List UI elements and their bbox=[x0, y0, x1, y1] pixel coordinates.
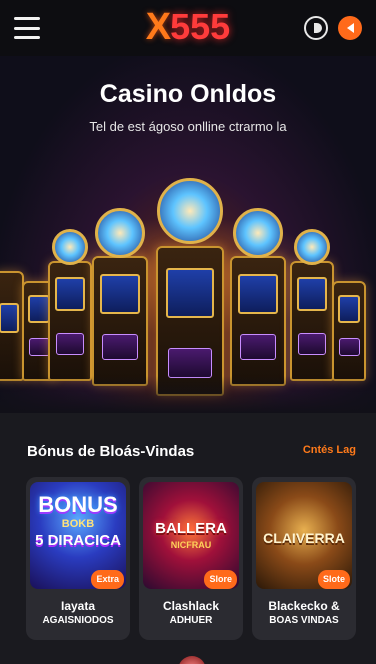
hamburger-icon[interactable] bbox=[14, 17, 40, 39]
slot-machine-far-left bbox=[0, 271, 24, 381]
see-all-link[interactable]: Cntés Lag bbox=[303, 444, 356, 456]
bonus-card[interactable]: BALLERA NICFRAU Slore Clashlack ADHUER bbox=[139, 477, 243, 640]
theme-toggle-icon[interactable] bbox=[304, 16, 328, 40]
section-title: Bónus de Bloás-Vindas bbox=[27, 443, 195, 460]
hero-title: Casino Onldos bbox=[99, 80, 277, 108]
slot-machine-5 bbox=[230, 208, 286, 386]
card-title: Iayata bbox=[60, 599, 96, 613]
slot-machine-3 bbox=[92, 208, 148, 386]
notification-icon[interactable] bbox=[338, 16, 362, 40]
slot-machine-7 bbox=[332, 281, 366, 381]
logo-number: 555 bbox=[170, 6, 231, 47]
card-title: Blackecko & bbox=[268, 599, 340, 613]
slot-machine-center bbox=[156, 178, 224, 396]
card-subtitle: ADHUER bbox=[169, 615, 213, 626]
hero-floor-fade bbox=[0, 376, 376, 413]
bonus-badge[interactable]: Slore bbox=[204, 570, 237, 589]
top-header: X 555 bbox=[0, 0, 376, 56]
bonus-card[interactable]: CLAIVERRA Slote Blackecko & BOAS VINDAS bbox=[252, 477, 356, 640]
slot-machine-6 bbox=[290, 229, 334, 381]
card-subtitle: BOAS VINDAS bbox=[269, 615, 339, 626]
card-subtitle: AGAISNIODOS bbox=[42, 615, 114, 626]
bonus-badge[interactable]: Extra bbox=[91, 570, 124, 589]
hero-banner: Casino Onldos Tel de est ágoso onlline c… bbox=[0, 56, 376, 413]
site-logo[interactable]: X 555 bbox=[145, 6, 231, 48]
header-actions bbox=[304, 16, 362, 40]
slot-machine-2 bbox=[48, 229, 92, 381]
bonus-card[interactable]: BONUS BOKB 5 DIRACICA Extra Iayata AGAIS… bbox=[26, 477, 130, 640]
logo-x: X bbox=[145, 6, 171, 48]
welcome-bonus-section: Bónus de Bloás-Vindas Cntés Lag BONUS BO… bbox=[0, 413, 376, 664]
card-title: Clashlack bbox=[162, 599, 220, 613]
hero-subtitle: Tel de est ágoso onlline ctrarmo la bbox=[89, 119, 287, 134]
bonus-badge[interactable]: Slote bbox=[317, 570, 350, 589]
